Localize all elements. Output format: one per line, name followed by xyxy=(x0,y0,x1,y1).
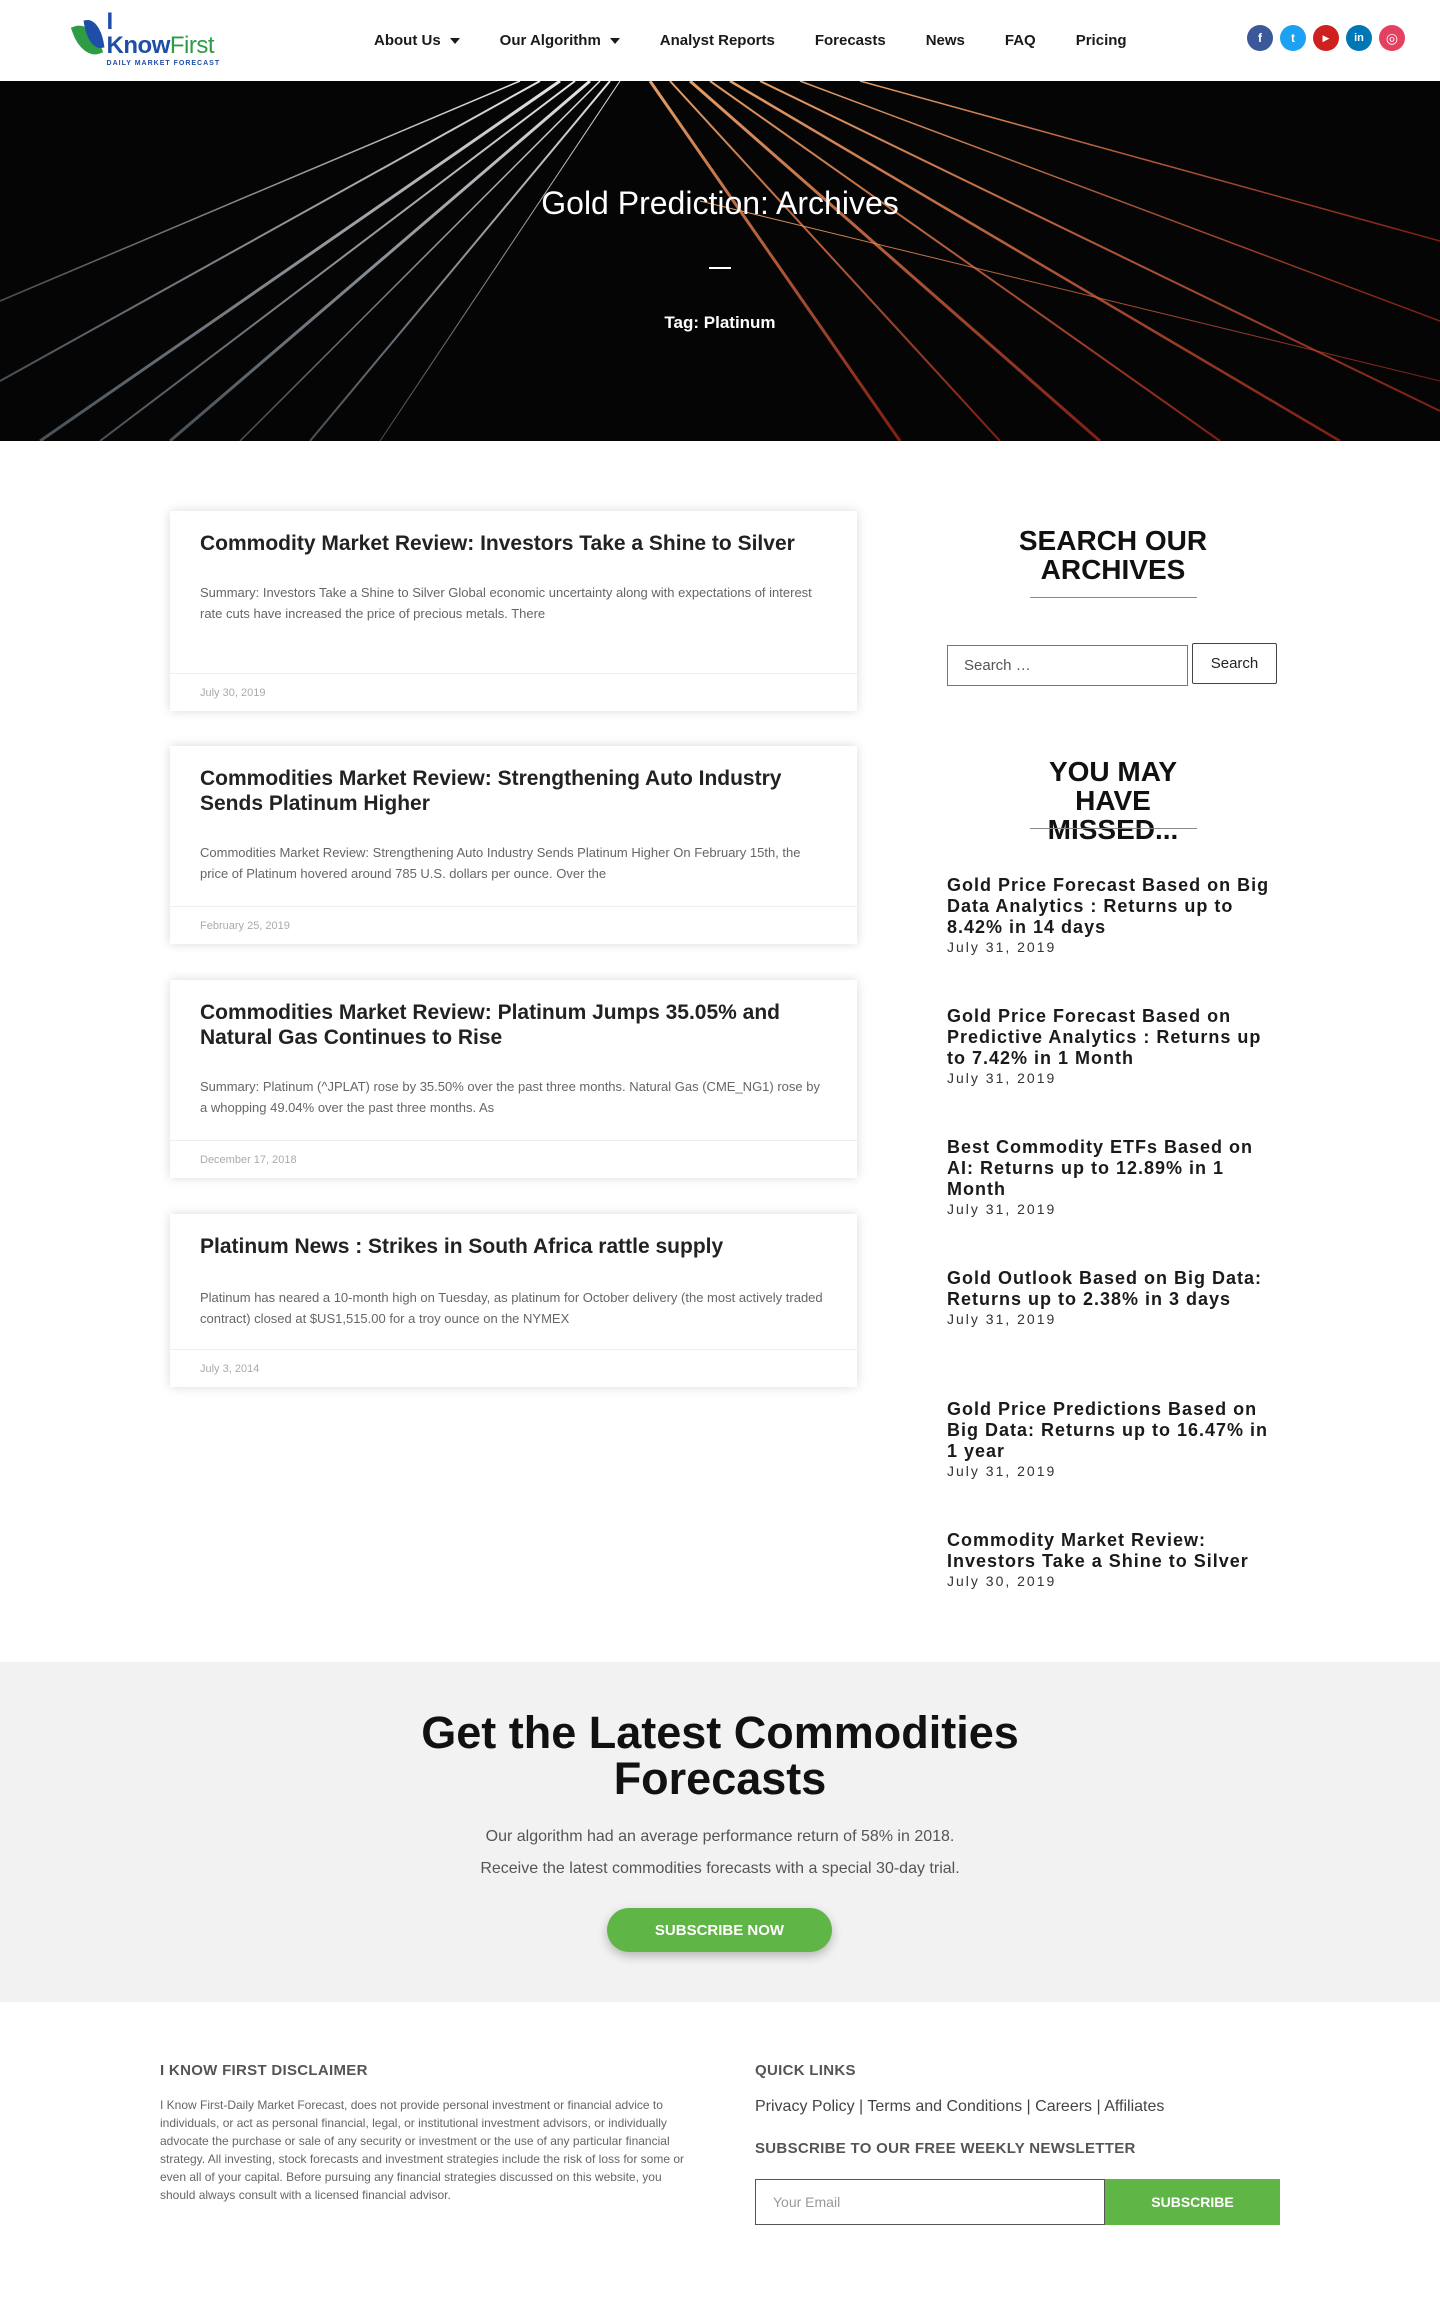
post-card: Commodities Market Review: Strengthening… xyxy=(170,746,857,944)
nav-label: About Us xyxy=(374,32,441,49)
post-date: February 25, 2019 xyxy=(170,906,857,944)
page-title: Gold Prediction: Archives xyxy=(541,185,899,221)
search-input[interactable]: Search … xyxy=(947,645,1188,686)
nav-item-faq[interactable]: FAQ xyxy=(1005,32,1036,49)
cta-line-1: Our algorithm had an average performance… xyxy=(485,1828,955,1845)
nav-label: Forecasts xyxy=(814,32,886,49)
nav-item-pricing[interactable]: Pricing xyxy=(1076,32,1127,49)
logo-title-part2: First xyxy=(169,31,215,59)
facebook-icon[interactable]: f xyxy=(1247,25,1273,51)
email-field[interactable]: Your Email xyxy=(755,2179,1105,2225)
subscribe-button[interactable]: SUBSCRIBE xyxy=(1105,2179,1280,2225)
instagram-icon[interactable]: ◎ xyxy=(1379,25,1405,51)
missed-post-date: July 31, 2019 xyxy=(947,1201,1057,1217)
youtube-icon[interactable]: ▶ xyxy=(1313,25,1339,51)
twitter-icon[interactable]: t xyxy=(1280,25,1306,51)
missed-post-date: July 31, 2019 xyxy=(947,1463,1057,1479)
missed-post-title[interactable]: Gold Outlook Based on Big Data: Returns … xyxy=(947,1268,1282,1310)
newsletter-heading: SUBSCRIBE TO OUR FREE WEEKLY NEWSLETTER xyxy=(755,2140,1136,2157)
missed-post-date: July 31, 2019 xyxy=(947,939,1057,955)
chevron-down-icon xyxy=(609,37,620,44)
nav-label: Our Algorithm xyxy=(499,32,601,49)
post-title[interactable]: Commodities Market Review: Strengthening… xyxy=(170,746,857,816)
logo-title-part1: I Know xyxy=(106,7,171,59)
nav-item-about-us[interactable]: About Us xyxy=(374,32,460,49)
search-button[interactable]: Search xyxy=(1192,643,1277,684)
title-divider xyxy=(709,267,731,269)
list-item: Gold Outlook Based on Big Data: Returns … xyxy=(947,1268,1282,1328)
post-title[interactable]: Commodity Market Review: Investors Take … xyxy=(170,511,857,556)
post-card: Commodities Market Review: Platinum Jump… xyxy=(170,980,857,1178)
disclaimer-heading: I KNOW FIRST DISCLAIMER xyxy=(160,2062,368,2079)
main-nav: About Us Our Algorithm Analyst Reports F… xyxy=(374,0,1167,81)
disclaimer-text: I Know First-Daily Market Forecast, does… xyxy=(160,2098,685,2202)
post-card: Commodity Market Review: Investors Take … xyxy=(170,511,857,711)
list-item: Best Commodity ETFs Based on AI: Returns… xyxy=(947,1137,1282,1218)
chevron-down-icon xyxy=(449,37,460,44)
post-excerpt: Summary: Investors Take a Shine to Silve… xyxy=(200,585,812,621)
nav-item-news[interactable]: News xyxy=(926,32,965,49)
post-title[interactable]: Platinum News : Strikes in South Africa … xyxy=(170,1214,857,1259)
list-item: Commodity Market Review: Investors Take … xyxy=(947,1530,1282,1590)
light-trails-background xyxy=(0,81,1440,441)
post-excerpt: Commodities Market Review: Strengthening… xyxy=(200,845,801,881)
missed-post-date: July 31, 2019 xyxy=(947,1070,1057,1086)
privacy-policy-link[interactable]: Privacy Policy xyxy=(755,2098,855,2115)
post-date: December 17, 2018 xyxy=(170,1140,857,1178)
post-excerpt: Platinum has neared a 10-month high on T… xyxy=(200,1290,823,1326)
post-date: July 3, 2014 xyxy=(170,1349,857,1387)
nav-label: News xyxy=(925,32,965,49)
missed-post-date: July 31, 2019 xyxy=(947,1311,1057,1327)
nav-item-our-algorithm[interactable]: Our Algorithm xyxy=(500,32,620,49)
careers-link[interactable]: Careers xyxy=(1035,2098,1092,2115)
missed-post-title[interactable]: Best Commodity ETFs Based on AI: Returns… xyxy=(947,1137,1282,1200)
missed-heading: YOU MAY HAVE MISSED... xyxy=(1047,756,1179,845)
heading-divider xyxy=(1030,828,1197,829)
list-item: Gold Price Forecast Based on Big Data An… xyxy=(947,875,1282,956)
missed-post-date: July 30, 2019 xyxy=(947,1573,1057,1589)
linkedin-icon[interactable]: in xyxy=(1346,25,1372,51)
nav-label: FAQ xyxy=(1004,32,1036,49)
list-item: Gold Price Forecast Based on Predictive … xyxy=(947,1006,1282,1087)
missed-post-title[interactable]: Commodity Market Review: Investors Take … xyxy=(947,1530,1282,1572)
cta-line-2: Receive the latest commodities forecasts… xyxy=(480,1860,960,1877)
quick-links: Privacy Policy | Terms and Conditions | … xyxy=(755,2098,1165,2115)
missed-post-title[interactable]: Gold Price Forecast Based on Big Data An… xyxy=(947,875,1282,938)
nav-label: Pricing xyxy=(1075,32,1127,49)
logo-leaf-icon xyxy=(70,15,111,61)
missed-post-title[interactable]: Gold Price Forecast Based on Predictive … xyxy=(947,1006,1282,1069)
post-excerpt: Summary: Platinum (^JPLAT) rose by 35.50… xyxy=(200,1079,820,1115)
affiliates-link[interactable]: Affiliates xyxy=(1104,2098,1164,2115)
tag-label: Tag: Platinum xyxy=(664,313,776,332)
quick-links-heading: QUICK LINKS xyxy=(755,2062,856,2079)
site-header: I KnowFirst DAILY MARKET FORECAST About … xyxy=(0,0,1440,81)
terms-link[interactable]: Terms and Conditions xyxy=(867,2098,1022,2115)
post-card: Platinum News : Strikes in South Africa … xyxy=(170,1214,857,1387)
subscribe-now-button[interactable]: SUBSCRIBE NOW xyxy=(607,1908,832,1952)
nav-label: Analyst Reports xyxy=(659,32,775,49)
subscribe-cta-section: Get the Latest Commodities Forecasts Our… xyxy=(0,1662,1440,2002)
missed-post-title[interactable]: Gold Price Predictions Based on Big Data… xyxy=(947,1399,1282,1462)
nav-item-forecasts[interactable]: Forecasts xyxy=(815,32,886,49)
social-links: f t ▶ in ◎ xyxy=(1247,25,1405,51)
search-heading: SEARCH OUR ARCHIVES xyxy=(1018,525,1208,585)
cta-title: Get the Latest Commodities Forecasts xyxy=(421,1707,1019,1804)
heading-divider xyxy=(1030,597,1197,598)
nav-item-analyst-reports[interactable]: Analyst Reports xyxy=(660,32,775,49)
logo-subtitle: DAILY MARKET FORECAST xyxy=(106,59,221,67)
site-logo[interactable]: I KnowFirst DAILY MARKET FORECAST xyxy=(70,9,222,67)
hero-banner: Gold Prediction: Archives Tag: Platinum xyxy=(0,81,1440,441)
post-date: July 30, 2019 xyxy=(170,673,857,711)
list-item: Gold Price Predictions Based on Big Data… xyxy=(947,1399,1282,1480)
post-title[interactable]: Commodities Market Review: Platinum Jump… xyxy=(170,980,857,1050)
